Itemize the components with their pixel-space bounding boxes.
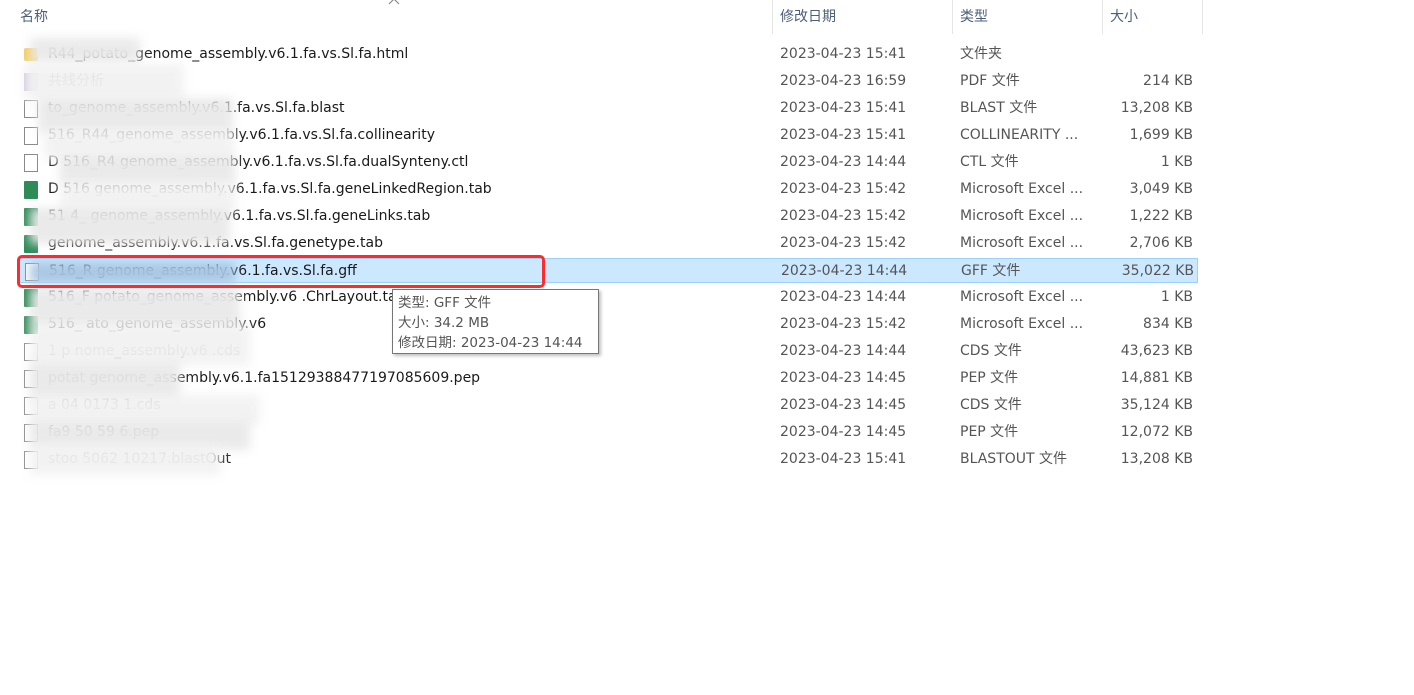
file-type: GFF 文件 <box>961 263 1021 279</box>
file-row[interactable]: 共线分析2023-04-23 16:59PDF 文件214 KB <box>18 69 1198 94</box>
tooltip-size: 大小: 34.2 MB <box>398 315 490 331</box>
file-size: 1 KB <box>1160 154 1193 170</box>
file-type: PDF 文件 <box>960 73 1020 89</box>
file-size: 12,072 KB <box>1120 424 1193 440</box>
file-type: 文件夹 <box>960 46 1002 62</box>
tooltip-date: 修改日期: 2023-04-23 14:44 <box>398 335 583 351</box>
excel-icon <box>24 181 38 199</box>
file-size: 13,208 KB <box>1120 100 1193 116</box>
file-type: Microsoft Excel ... <box>960 316 1084 332</box>
file-date: 2023-04-23 15:41 <box>780 46 907 62</box>
column-divider[interactable] <box>1202 0 1203 34</box>
column-divider[interactable] <box>772 0 773 34</box>
file-size <box>1107 42 1193 67</box>
file-type: BLASTOUT 文件 <box>960 451 1068 467</box>
file-type: PEP 文件 <box>960 370 1019 386</box>
file-date: 2023-04-23 15:42 <box>780 235 907 251</box>
file-size: 43,623 KB <box>1120 343 1193 359</box>
column-type-header[interactable]: 类型 <box>960 0 988 34</box>
file-type: CTL 文件 <box>960 154 1019 170</box>
file-type: Microsoft Excel ... <box>960 181 1084 197</box>
column-header: 名称 修改日期 类型 大小 <box>0 0 1203 34</box>
column-date-header[interactable]: 修改日期 <box>780 0 836 34</box>
file-date: 2023-04-23 15:42 <box>780 316 907 332</box>
file-size: 35,124 KB <box>1120 397 1193 413</box>
sort-ascending-icon <box>388 0 400 5</box>
file-type: BLAST 文件 <box>960 100 1038 116</box>
file-date: 2023-04-23 16:59 <box>780 73 907 89</box>
column-divider[interactable] <box>1102 0 1103 34</box>
file-type: CDS 文件 <box>960 397 1022 413</box>
file-info-tooltip: 类型: GFF 文件 大小: 34.2 MB 修改日期: 2023-04-23 … <box>392 289 599 354</box>
file-date: 2023-04-23 15:42 <box>780 181 907 197</box>
file-type: COLLINEARITY ... <box>960 127 1079 143</box>
file-date: 2023-04-23 15:41 <box>780 127 907 143</box>
file-date: 2023-04-23 14:45 <box>780 424 907 440</box>
file-date: 2023-04-23 14:44 <box>781 263 908 279</box>
column-size-header[interactable]: 大小 <box>1110 0 1138 34</box>
file-date: 2023-04-23 14:45 <box>780 397 907 413</box>
column-name-header[interactable]: 名称 <box>20 0 48 34</box>
file-size: 13,208 KB <box>1120 451 1193 467</box>
file-date: 2023-04-23 14:44 <box>780 289 907 305</box>
file-size: 834 KB <box>1143 316 1193 332</box>
file-date: 2023-04-23 14:45 <box>780 370 907 386</box>
column-divider[interactable] <box>952 0 953 34</box>
file-size: 1 KB <box>1160 289 1193 305</box>
file-date: 2023-04-23 14:44 <box>780 343 907 359</box>
file-size: 35,022 KB <box>1121 263 1194 279</box>
file-date: 2023-04-23 15:42 <box>780 208 907 224</box>
file-icon <box>24 154 38 172</box>
file-icon <box>24 100 38 118</box>
file-icon <box>24 127 38 145</box>
file-date: 2023-04-23 14:44 <box>780 154 907 170</box>
file-date: 2023-04-23 15:41 <box>780 100 907 116</box>
file-type: Microsoft Excel ... <box>960 235 1084 251</box>
file-size: 214 KB <box>1143 73 1193 89</box>
tooltip-type: 类型: GFF 文件 <box>398 295 492 311</box>
file-size: 3,049 KB <box>1129 181 1193 197</box>
file-size: 2,706 KB <box>1129 235 1193 251</box>
highlight-annotation-box <box>17 255 545 288</box>
file-type: PEP 文件 <box>960 424 1019 440</box>
file-row[interactable]: potat genome_assembly.v6.1.fa15129388477… <box>18 366 1198 391</box>
file-size: 14,881 KB <box>1120 370 1193 386</box>
file-size: 1,699 KB <box>1129 127 1193 143</box>
file-row[interactable]: R44_potato_genome_assembly.v6.1.fa.vs.Sl… <box>18 42 1198 67</box>
file-size: 1,222 KB <box>1129 208 1193 224</box>
file-type: Microsoft Excel ... <box>960 289 1084 305</box>
file-type: CDS 文件 <box>960 343 1022 359</box>
file-date: 2023-04-23 15:41 <box>780 451 907 467</box>
file-type: Microsoft Excel ... <box>960 208 1084 224</box>
